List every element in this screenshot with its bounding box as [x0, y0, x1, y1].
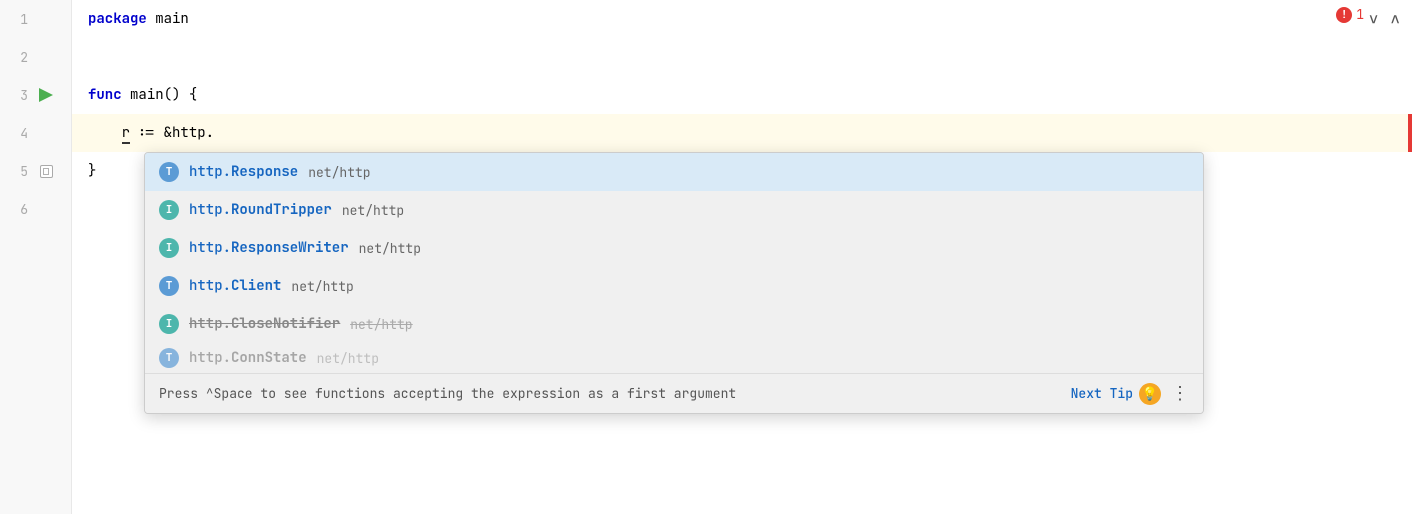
type-badge-T-3: T — [159, 276, 179, 296]
bulb-icon[interactable]: 💡 — [1139, 383, 1161, 405]
line-gutter: 1 2 3 4 5 □ 6 — [0, 0, 72, 514]
line-number-1: 1 — [0, 11, 36, 28]
item-name-1: http.RoundTripper — [189, 201, 332, 219]
closing-brace: } — [88, 162, 96, 180]
gutter-row-2: 2 — [0, 38, 71, 76]
code-line-3: func main() { — [72, 76, 1412, 114]
line-number-4: 4 — [0, 125, 36, 142]
line-number-6: 6 — [0, 201, 36, 218]
item-name-2: http.ResponseWriter — [189, 239, 349, 257]
fold-icon-5[interactable]: □ — [36, 165, 56, 178]
line-number-5: 5 — [0, 163, 36, 180]
type-badge-I-2: I — [159, 238, 179, 258]
line-number-3: 3 — [0, 87, 36, 104]
autocomplete-item-3[interactable]: T http.Client net/http — [145, 267, 1203, 305]
autocomplete-item-4[interactable]: I http.CloseNotifier net/http — [145, 305, 1203, 343]
item-pkg-1: net/http — [342, 202, 404, 219]
autocomplete-item-2[interactable]: I http.ResponseWriter net/http — [145, 229, 1203, 267]
item-pkg-3: net/http — [291, 278, 353, 295]
autocomplete-item-5[interactable]: T http.ConnState net/http — [145, 343, 1203, 373]
package-name: main — [155, 10, 189, 28]
run-icon-3[interactable] — [36, 88, 56, 102]
item-name-0: http.Response — [189, 163, 298, 181]
autocomplete-dropdown: T http.Response net/http I http.RoundTri… — [144, 152, 1204, 414]
autocomplete-item-0[interactable]: T http.Response net/http — [145, 153, 1203, 191]
item-pkg-0: net/http — [308, 164, 370, 181]
next-tip-button[interactable]: Next Tip — [1071, 385, 1133, 402]
code-line-1: package main — [72, 0, 1412, 38]
item-name-5: http.ConnState — [189, 349, 307, 367]
code-line-2 — [72, 38, 1412, 76]
run-button[interactable] — [39, 88, 53, 102]
line-number-2: 2 — [0, 49, 36, 66]
item-pkg-4: net/http — [350, 316, 412, 333]
gutter-row-5: 5 □ — [0, 152, 71, 190]
fold-button[interactable]: □ — [40, 165, 53, 178]
item-pkg-2: net/http — [359, 240, 421, 257]
keyword-func: func — [88, 86, 122, 104]
error-marker — [1408, 114, 1412, 152]
item-name-4: http.CloseNotifier — [189, 315, 340, 333]
gutter-row-3: 3 — [0, 76, 71, 114]
func-name: main() { — [130, 86, 197, 104]
more-options-icon[interactable]: ⋮ — [1171, 382, 1189, 405]
item-pkg-5: net/http — [317, 350, 379, 367]
type-badge-T-5: T — [159, 348, 179, 368]
keyword-package: package — [88, 10, 147, 28]
gutter-row-4: 4 — [0, 114, 71, 152]
autocomplete-item-1[interactable]: I http.RoundTripper net/http — [145, 191, 1203, 229]
gutter-row-6: 6 — [0, 190, 71, 228]
autocomplete-list: T http.Response net/http I http.RoundTri… — [145, 153, 1203, 373]
type-badge-I-1: I — [159, 200, 179, 220]
type-badge-I-4: I — [159, 314, 179, 334]
editor-container: 1 2 3 4 5 □ 6 ! — [0, 0, 1412, 514]
code-area[interactable]: ! 1 ∨ ∧ package main func main() { r := … — [72, 0, 1412, 514]
item-name-3: http.Client — [189, 277, 281, 295]
code-line-4: r := &http. — [72, 114, 1412, 152]
type-badge-T-0: T — [159, 162, 179, 182]
footer-tip-text: Press ^Space to see functions accepting … — [159, 385, 1061, 402]
line4-code: r := &http. — [88, 124, 214, 142]
autocomplete-footer: Press ^Space to see functions accepting … — [145, 373, 1203, 413]
gutter-row-1: 1 — [0, 0, 71, 38]
